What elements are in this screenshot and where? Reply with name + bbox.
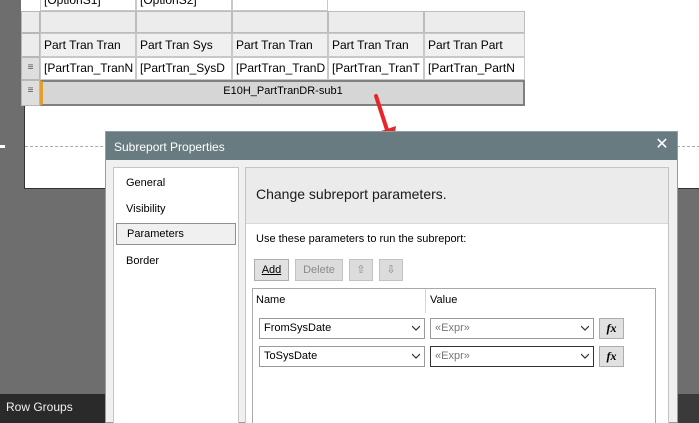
- row-groups-label: Row Groups: [0, 394, 105, 423]
- subreport-row: ≡ E10H_PartTranDR-sub1: [21, 80, 525, 106]
- parameter-name-dropdown[interactable]: ToSysDate: [259, 346, 425, 367]
- panel-heading: Change subreport parameters.: [256, 186, 447, 202]
- nav-item-visibility[interactable]: Visibility: [116, 199, 236, 221]
- chevron-down-icon: [581, 325, 589, 331]
- parameter-value-dropdown[interactable]: «Expr»: [430, 318, 594, 339]
- add-button[interactable]: Add: [254, 259, 289, 281]
- panel-description: Use these parameters to run the subrepor…: [256, 233, 467, 245]
- parameter-name: FromSysDate: [264, 322, 332, 334]
- parameters-grid: Name Value FromSysDate «Expr» fx ToSysDa…: [252, 288, 656, 423]
- parameter-value: «Expr»: [435, 350, 470, 362]
- row-handle[interactable]: ≡: [21, 80, 40, 106]
- expression-button[interactable]: fx: [599, 318, 624, 339]
- parameter-name-dropdown[interactable]: FromSysDate: [259, 318, 425, 339]
- column-handle[interactable]: [136, 11, 232, 33]
- property-nav: General Visibility Parameters Border: [113, 167, 239, 423]
- header-cell[interactable]: Part Tran Part: [424, 33, 525, 57]
- row-handle[interactable]: [21, 33, 40, 57]
- detail-cell[interactable]: [PartTran_TranD: [232, 57, 328, 80]
- panel-header: Change subreport parameters.: [246, 168, 668, 224]
- column-handle[interactable]: [424, 11, 525, 33]
- expression-button[interactable]: fx: [599, 346, 624, 367]
- header-row: Part Tran Tran Part Tran Sys Part Tran T…: [21, 33, 525, 57]
- add-button-label: Add: [261, 264, 282, 276]
- dialog-title: Subreport Properties: [106, 132, 677, 160]
- close-icon[interactable]: ✕: [653, 136, 671, 154]
- header-cell[interactable]: Part Tran Sys: [136, 33, 232, 57]
- detail-row: ≡ [PartTran_TranN [PartTran_SysD [PartTr…: [21, 57, 525, 80]
- delete-button[interactable]: Delete: [295, 259, 343, 281]
- subreport-properties-dialog: Subreport Properties ✕ General Visibilit…: [105, 131, 678, 423]
- column-handle[interactable]: [232, 11, 328, 33]
- row-handle[interactable]: ≡: [21, 57, 40, 80]
- option-cell[interactable]: [OptionS2]: [136, 0, 232, 11]
- header-cell[interactable]: Part Tran Tran: [232, 33, 328, 57]
- header-cell[interactable]: Part Tran Tran: [328, 33, 424, 57]
- detail-cell[interactable]: [PartTran_TranT: [328, 57, 424, 80]
- subreport-cell[interactable]: E10H_PartTranDR-sub1: [40, 80, 525, 106]
- detail-cell[interactable]: [PartTran_PartN: [424, 57, 525, 80]
- chevron-down-icon: [412, 325, 420, 331]
- parameter-name: ToSysDate: [264, 350, 318, 362]
- option-row: [OptionS1] [OptionS2]: [21, 0, 525, 11]
- chevron-down-icon: [581, 353, 589, 359]
- parameter-value: «Expr»: [435, 322, 470, 334]
- value-column-header: Value: [430, 294, 458, 306]
- parameters-panel: Change subreport parameters. Use these p…: [245, 167, 669, 423]
- move-up-icon[interactable]: ⇧: [349, 259, 373, 281]
- detail-cell[interactable]: [PartTran_TranN: [40, 57, 136, 80]
- column-handle-row: [21, 11, 525, 33]
- corner-handle[interactable]: [21, 11, 40, 33]
- nav-item-border[interactable]: Border: [116, 251, 236, 273]
- move-down-icon[interactable]: ⇩: [379, 259, 403, 281]
- column-separator: [425, 289, 426, 313]
- nav-item-general[interactable]: General: [116, 173, 236, 195]
- detail-cell[interactable]: [PartTran_SysD: [136, 57, 232, 80]
- nav-item-parameters[interactable]: Parameters: [116, 223, 236, 245]
- column-handle[interactable]: [328, 11, 424, 33]
- row-handle-empty: [21, 0, 40, 11]
- chevron-down-icon: [412, 353, 420, 359]
- column-handle[interactable]: [40, 11, 136, 33]
- option-cell-empty[interactable]: [232, 0, 328, 11]
- page-edge-marker: [0, 145, 5, 148]
- name-column-header: Name: [256, 294, 286, 306]
- option-cell[interactable]: [OptionS1]: [40, 0, 136, 11]
- header-cell[interactable]: Part Tran Tran: [40, 33, 136, 57]
- parameter-value-dropdown[interactable]: «Expr»: [430, 346, 594, 367]
